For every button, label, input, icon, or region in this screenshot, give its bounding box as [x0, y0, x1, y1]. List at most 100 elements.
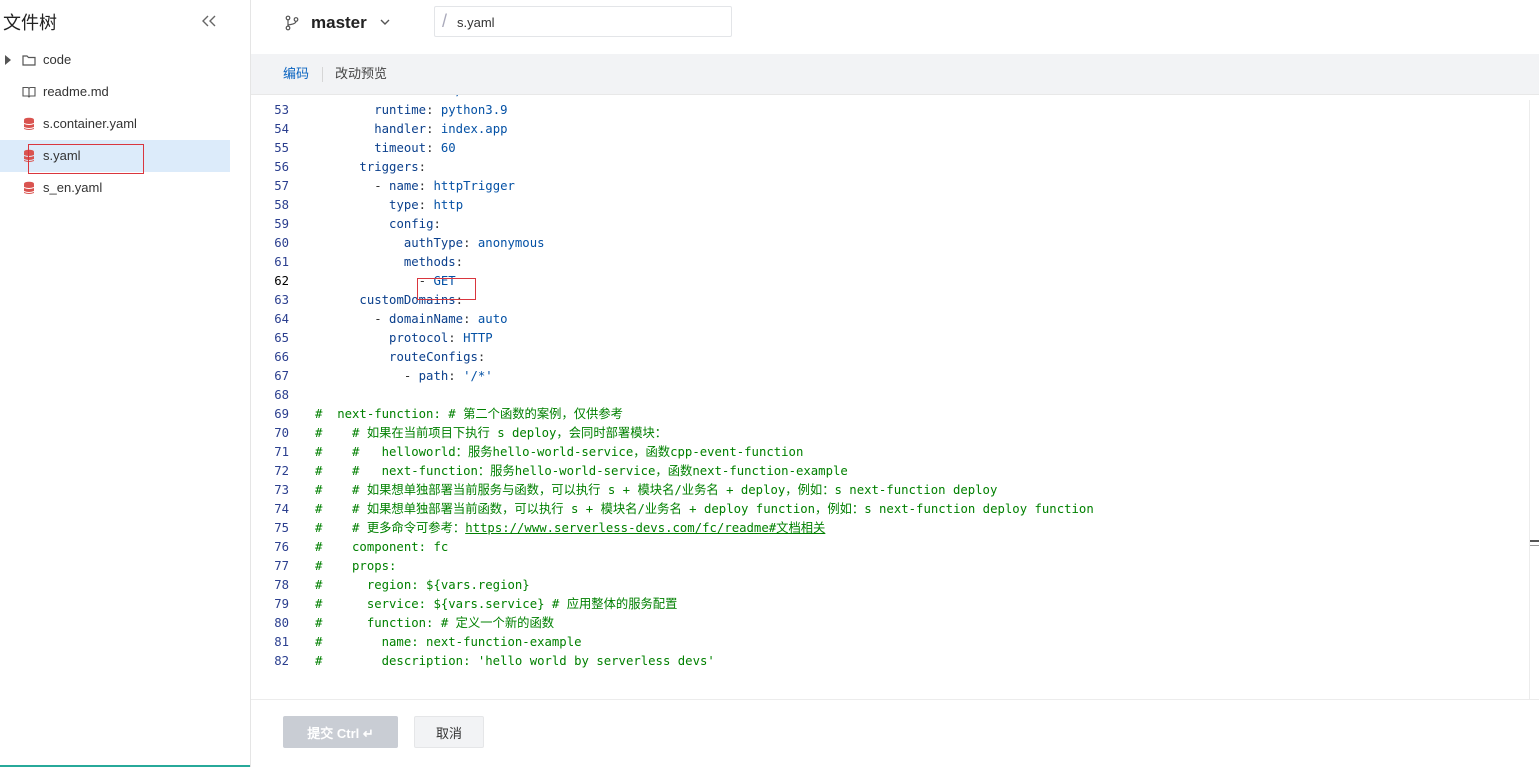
file-path-input[interactable]	[457, 12, 717, 32]
tree-item-label: readme.md	[43, 84, 109, 99]
line-number: 72	[274, 464, 289, 478]
line-text: methods:	[403, 255, 464, 269]
tree-item-label: s.container.yaml	[43, 116, 137, 131]
line-text: handler: index.app	[374, 122, 508, 136]
line-number: 61	[274, 255, 289, 269]
folder-icon	[22, 53, 36, 67]
book-icon	[22, 85, 36, 99]
line-text: # # 更多命令可参考：https://www.serverless-devs.…	[315, 521, 826, 535]
git-branch-icon	[284, 15, 300, 31]
cancel-button[interactable]: 取消	[414, 716, 484, 748]
code-line[interactable]: 69 # next-function: # 第二个函数的案例，仅供参考	[251, 405, 1529, 424]
code-line[interactable]: 66 routeConfigs:	[251, 348, 1529, 367]
line-text: # component: fc	[315, 540, 449, 554]
line-number: 69	[274, 407, 289, 421]
code-line[interactable]: 76 # component: fc	[251, 538, 1529, 557]
tree-item-s-en-yaml[interactable]: s_en.yaml	[0, 172, 230, 204]
file-path-field[interactable]: /	[434, 6, 732, 37]
readme-link[interactable]: https://www.serverless-devs.com/fc/readm…	[465, 521, 825, 535]
code-line[interactable]: 58 type: http	[251, 196, 1529, 215]
code-line[interactable]: 59 config:	[251, 215, 1529, 234]
line-number: 73	[274, 483, 289, 497]
line-text: timeout: 60	[374, 141, 456, 155]
sidebar-header: 文件树	[3, 11, 243, 35]
code-line[interactable]: 82 # description: 'hello world by serverl…	[251, 652, 1529, 671]
tree-item-s-yaml[interactable]: s.yaml	[0, 140, 230, 172]
line-text: authType: anonymous	[403, 236, 545, 250]
line-text: # name: next-function-example	[315, 635, 582, 649]
line-number: 53	[274, 103, 289, 117]
line-text: # # 如果想单独部署当前函数，可以执行 s + 模块名/业务名 + deplo…	[315, 502, 1094, 516]
tab-code[interactable]: 编码	[283, 66, 309, 82]
line-number: 70	[274, 426, 289, 440]
line-text: - name: httpTrigger	[315, 179, 515, 193]
code-line[interactable]: 63 customDomains:	[251, 291, 1529, 310]
code-line[interactable]: 68	[251, 386, 1529, 405]
path-slash: /	[442, 11, 448, 31]
code-line[interactable]: 67 - path: '/*'	[251, 367, 1529, 386]
line-number: 54	[274, 122, 289, 136]
code-line[interactable]: 60 authType: anonymous	[251, 234, 1529, 253]
editor-scrollbar[interactable]	[1529, 100, 1539, 700]
line-number: 79	[274, 597, 289, 611]
code-line[interactable]: 57 - name: httpTrigger	[251, 177, 1529, 196]
line-number: 76	[274, 540, 289, 554]
submit-button[interactable]: 提交 Ctrl ↵	[283, 716, 398, 748]
line-number: 57	[274, 179, 289, 193]
code-line[interactable]: 81 # name: next-function-example	[251, 633, 1529, 652]
line-text: # region: ${vars.region}	[315, 578, 530, 592]
code-line[interactable]: 77 # props:	[251, 557, 1529, 576]
code-line[interactable]: 78 # region: ${vars.region}	[251, 576, 1529, 595]
line-number: 64	[274, 312, 289, 326]
tab-change-preview[interactable]: 改动预览	[335, 66, 387, 82]
caret-right-icon[interactable]	[5, 55, 11, 65]
line-number: 59	[274, 217, 289, 231]
tree-item-code[interactable]: code	[0, 44, 230, 76]
code-line[interactable]: 74 # # 如果想单独部署当前函数，可以执行 s + 模块名/业务名 + dep…	[251, 500, 1529, 519]
code-line[interactable]: 54 handler: index.app	[251, 120, 1529, 139]
tree-item-label: s.yaml	[43, 148, 81, 163]
line-text: - GET	[315, 274, 456, 288]
code-line[interactable]: 55 timeout: 60	[251, 139, 1529, 158]
code-line[interactable]: 80 # function: # 定义一个新的函数	[251, 614, 1529, 633]
database-icon	[22, 117, 36, 131]
line-text: protocol: HTTP	[389, 331, 493, 345]
line-text: # # next-function：服务hello-world-service，…	[315, 464, 848, 478]
line-number: 66	[274, 350, 289, 364]
code-line[interactable]: 70 # # 如果在当前项目下执行 s deploy，会同时部署模块：	[251, 424, 1529, 443]
line-text: type: http	[389, 198, 464, 212]
code-editor[interactable]: 52 codeUri: './code'53 runtime: python3.…	[251, 95, 1529, 699]
code-line[interactable]: 73 # # 如果想单独部署当前服务与函数，可以执行 s + 模块名/业务名 + …	[251, 481, 1529, 500]
line-text: - domainName: auto	[315, 312, 508, 326]
collapse-left-icon[interactable]	[199, 11, 219, 35]
code-line[interactable]: 79 # service: ${vars.service} # 应用整体的服务配置	[251, 595, 1529, 614]
code-line[interactable]: 71 # # helloworld：服务hello-world-service，函…	[251, 443, 1529, 462]
line-number: 81	[274, 635, 289, 649]
tree-item-s-container-yaml[interactable]: s.container.yaml	[0, 108, 230, 140]
line-text: # description: 'hello world by serverles…	[315, 654, 715, 668]
chevron-down-icon[interactable]	[379, 15, 391, 27]
code-line[interactable]: 56 triggers:	[251, 158, 1529, 177]
code-line[interactable]: 75 # # 更多命令可参考：https://www.serverless-dev…	[251, 519, 1529, 538]
line-text: # service: ${vars.service} # 应用整体的服务配置	[315, 597, 678, 611]
branch-name[interactable]: master	[311, 12, 367, 34]
line-text: # # 如果在当前项目下执行 s deploy，会同时部署模块：	[315, 426, 668, 440]
file-tree: code readme.md s.container.yaml s.yaml s…	[0, 44, 250, 204]
scrollbar-thumb[interactable]	[1530, 540, 1539, 542]
line-number: 68	[274, 388, 289, 402]
code-line[interactable]: 72 # # next-function：服务hello-world-servic…	[251, 462, 1529, 481]
database-icon	[22, 181, 36, 195]
tree-item-readme[interactable]: readme.md	[0, 76, 230, 108]
line-text: # props:	[315, 559, 397, 573]
line-text: # function: # 定义一个新的函数	[315, 616, 555, 630]
code-line[interactable]: 65 protocol: HTTP	[251, 329, 1529, 348]
code-line[interactable]: 53 runtime: python3.9	[251, 101, 1529, 120]
line-number: 78	[274, 578, 289, 592]
code-line[interactable]: 61 methods:	[251, 253, 1529, 272]
editor-tabs: 编码 改动预览	[251, 54, 1539, 95]
code-line[interactable]: 62 - GET	[251, 272, 1529, 291]
file-tree-sidebar: 文件树 code readme.md s.container.yaml s.ya…	[0, 0, 251, 767]
line-number: 62	[274, 274, 289, 288]
line-number: 56	[274, 160, 289, 174]
code-line[interactable]: 64 - domainName: auto	[251, 310, 1529, 329]
